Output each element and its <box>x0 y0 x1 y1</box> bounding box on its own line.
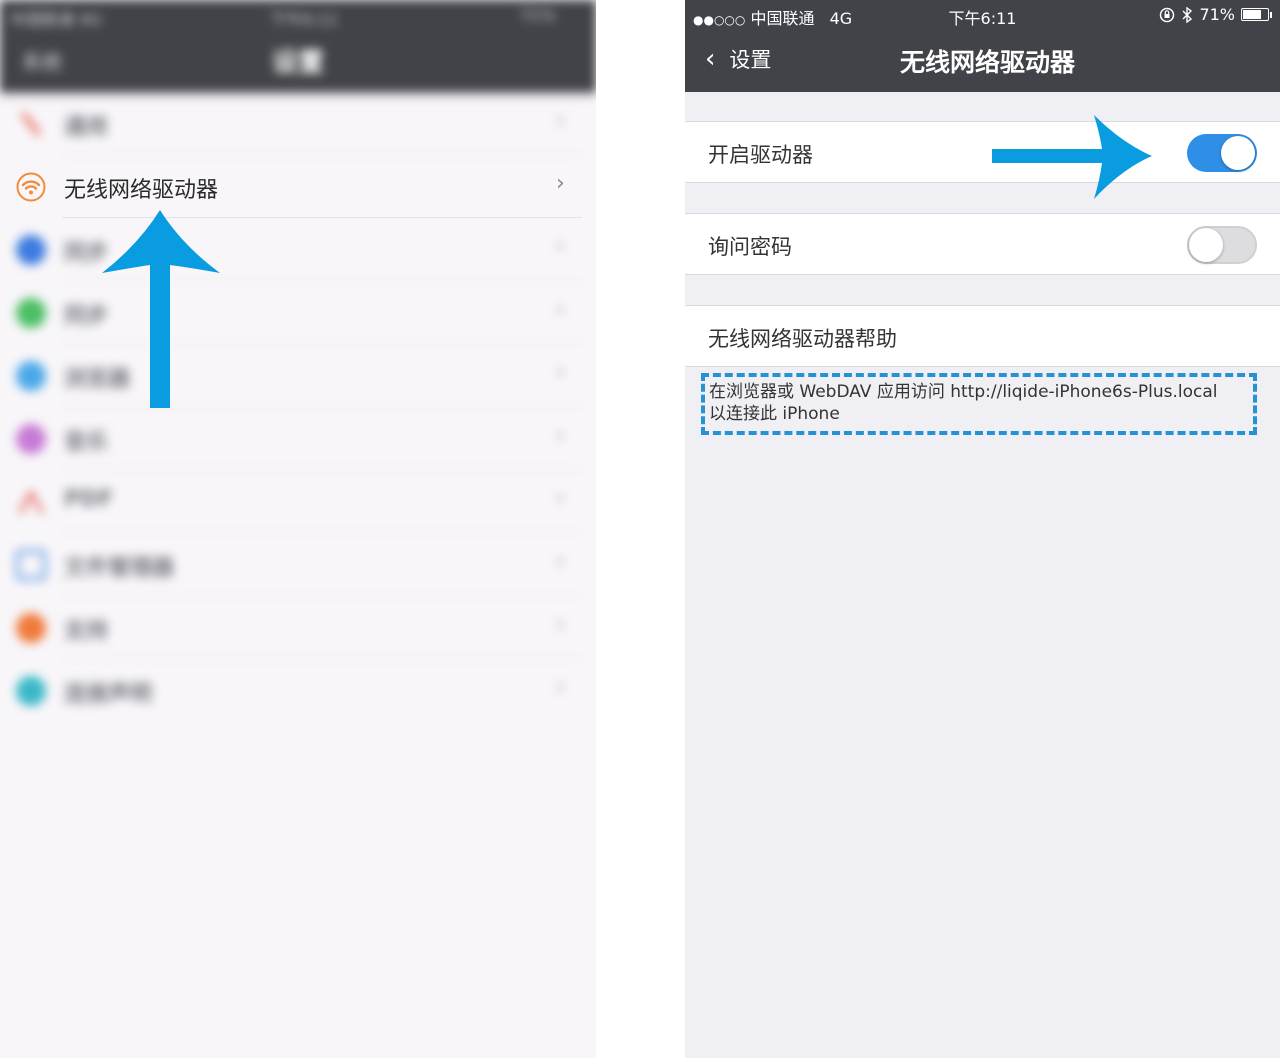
battery-icon <box>1241 8 1269 21</box>
help-text-line-2: 以连接此 iPhone <box>709 404 840 424</box>
chevron-right-icon: › <box>556 549 565 574</box>
wrench-icon <box>16 109 46 139</box>
bluetooth-icon <box>1182 6 1193 23</box>
music-icon <box>16 424 46 454</box>
cell-label: 开启驱动器 <box>708 143 813 167</box>
settings-item-support[interactable]: 支持 › <box>0 596 596 659</box>
heart-icon <box>16 613 46 643</box>
cell-enable-driver: 开启驱动器 <box>685 121 1280 183</box>
help-text-line-1: 在浏览器或 WebDAV 应用访问 http://liqide-iPhone6s… <box>709 382 1218 402</box>
chevron-right-icon: › <box>556 234 565 259</box>
pdf-icon <box>16 487 46 517</box>
settings-item-label: 文件管理器 <box>64 556 175 581</box>
status-bar: ●●○○○ 中国联通 4G 下午6:11 71% <box>685 0 1280 30</box>
recycle-icon <box>16 298 46 328</box>
left-nav-bar: 中国联通 4G 下午6:11 71% 系统 设置 <box>0 0 596 92</box>
help-text-box: 在浏览器或 WebDAV 应用访问 http://liqide-iPhone6s… <box>701 373 1257 435</box>
battery-tip <box>1270 11 1272 18</box>
settings-item-label: 音乐 <box>64 430 109 455</box>
cell-help[interactable]: 无线网络驱动器帮助 <box>685 305 1280 367</box>
chevron-right-icon: › <box>556 612 565 637</box>
left-nav-title: 设置 <box>271 48 324 78</box>
folder-icon <box>16 550 46 580</box>
chevron-right-icon: › <box>556 108 565 133</box>
status-right-cluster: 71% <box>1159 5 1272 24</box>
settings-item-statement[interactable]: 连接声明 › <box>0 659 596 722</box>
settings-item-sync-2[interactable]: 同步 › <box>0 281 596 344</box>
compass-icon <box>16 361 46 391</box>
settings-item-label: PDF <box>64 487 114 512</box>
settings-item-label: 通用 <box>64 115 109 140</box>
chevron-right-icon: › <box>556 171 565 196</box>
settings-item-sync[interactable]: 同步 › <box>0 218 596 281</box>
ask-password-toggle[interactable] <box>1187 226 1257 264</box>
toggle-knob <box>1189 228 1223 262</box>
enable-driver-toggle[interactable] <box>1187 134 1257 172</box>
wifi-icon <box>16 172 46 202</box>
left-status-time: 下午6:11 <box>270 10 338 29</box>
sync-icon <box>16 235 46 265</box>
right-wifi-drive-screen: ●●○○○ 中国联通 4G 下午6:11 71% ‹ 设置 无线网络驱动器 开启… <box>685 0 1280 1058</box>
battery-percent: 71% <box>1199 5 1235 24</box>
cell-label: 询问密码 <box>708 235 792 259</box>
left-status-carrier: 中国联通 4G <box>10 10 102 29</box>
settings-item-general[interactable]: 通用 › <box>0 92 596 155</box>
rotation-lock-icon <box>1160 7 1175 22</box>
settings-item-browser[interactable]: 浏览器 › <box>0 344 596 407</box>
right-nav-bar: ●●○○○ 中国联通 4G 下午6:11 71% ‹ 设置 无线网络驱动器 <box>685 0 1280 92</box>
settings-item-file-manager[interactable]: 文件管理器 › <box>0 533 596 596</box>
right-arrow-annotation <box>992 115 1152 199</box>
settings-item-label: 无线网络驱动器 <box>64 178 219 203</box>
nav-title: 无线网络驱动器 <box>899 48 1075 77</box>
up-arrow-annotation <box>102 210 220 408</box>
composite-screenshot: 中国联通 4G 下午6:11 71% 系统 设置 通用 › 无线网络驱动器 › … <box>0 0 1280 1058</box>
settings-item-music[interactable]: 音乐 › <box>0 407 596 470</box>
settings-item-label: 支持 <box>64 619 109 644</box>
left-settings-screen: 中国联通 4G 下午6:11 71% 系统 设置 通用 › 无线网络驱动器 › … <box>0 0 596 1058</box>
bulb-icon <box>16 676 46 706</box>
toggle-knob <box>1221 136 1255 170</box>
settings-item-label: 连接声明 <box>64 682 153 707</box>
settings-item-pdf[interactable]: PDF › <box>0 470 596 533</box>
settings-item-wifi-drive[interactable]: 无线网络驱动器 › <box>0 155 596 218</box>
cell-label: 无线网络驱动器帮助 <box>708 327 897 351</box>
chevron-right-icon: › <box>556 297 565 322</box>
chevron-right-icon: › <box>556 675 565 700</box>
chevron-right-icon: › <box>556 486 565 511</box>
chevron-right-icon: › <box>556 360 565 385</box>
left-status-battery: 71% <box>520 6 556 25</box>
cell-ask-password: 询问密码 <box>685 213 1280 275</box>
chevron-right-icon: › <box>556 423 565 448</box>
